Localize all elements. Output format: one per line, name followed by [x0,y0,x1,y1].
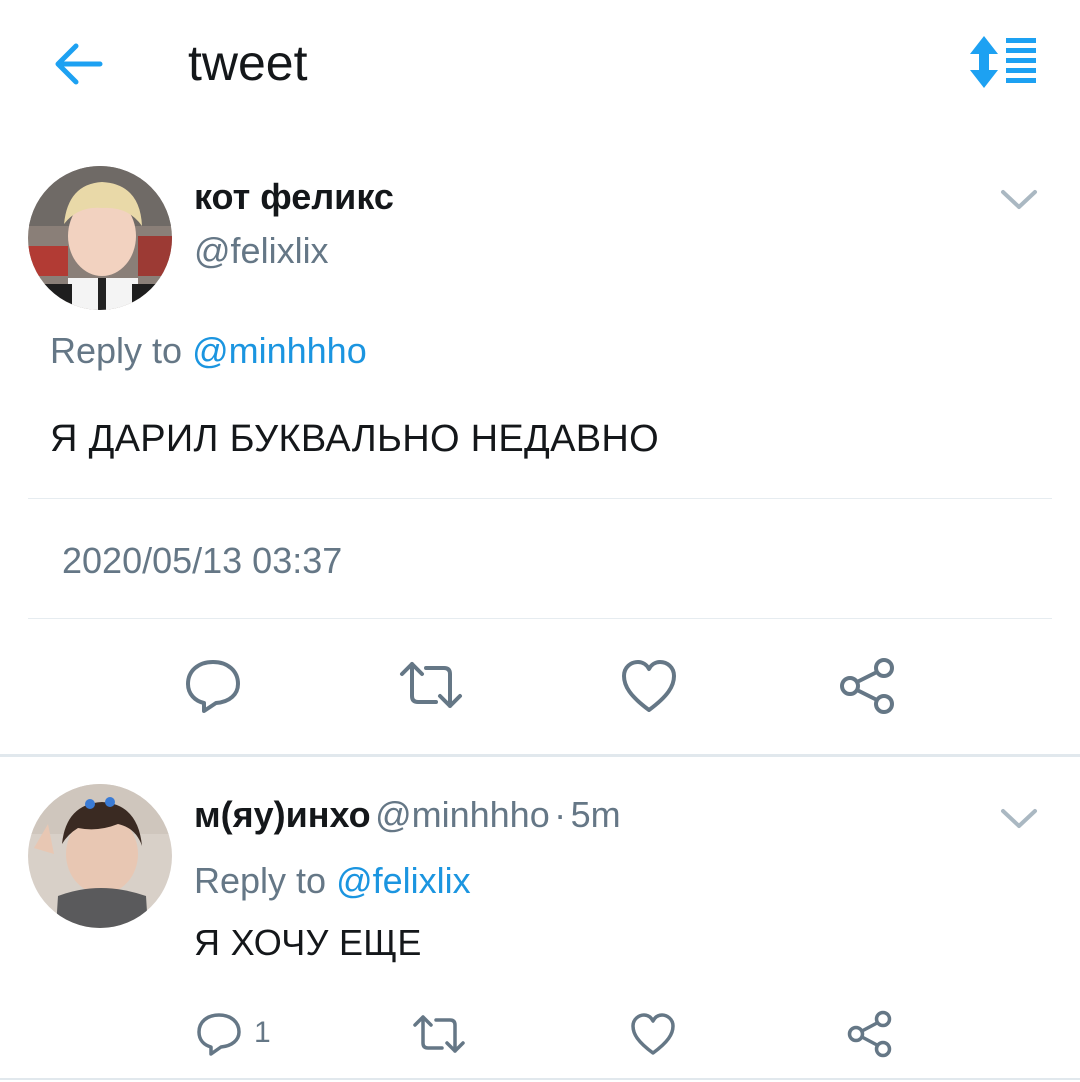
avatar-image [28,166,172,310]
retweet-button[interactable] [412,1014,466,1059]
author-handle[interactable]: @felixlix [194,230,329,272]
tweet-menu-button[interactable] [999,187,1039,213]
sort-button[interactable] [966,34,1038,90]
section-separator [0,1078,1080,1080]
reply-menu-button[interactable] [999,806,1039,832]
reply-button[interactable] [196,1012,242,1061]
reply-prefix: Reply to [50,330,193,371]
reply-context: Reply to @minhhho [50,330,367,372]
back-button[interactable] [50,38,106,90]
reply-time-ago: 5m [570,794,621,835]
reply-icon [197,1013,241,1056]
sort-list-icon [970,36,1036,88]
reply-text: Я ХОЧУ ЕЩЕ [194,922,422,963]
author-display-name[interactable]: кот феликс [194,176,394,218]
section-separator [0,754,1080,757]
like-button[interactable] [620,658,678,719]
arrow-left-icon [55,43,103,85]
tweet-timestamp: 2020/05/13 03:37 [62,540,343,581]
chevron-down-icon [1001,190,1037,209]
like-icon [631,1013,675,1055]
divider [28,498,1052,499]
reply-button[interactable] [184,658,242,719]
divider [28,618,1052,619]
reply-to-link[interactable]: @minhhho [192,330,367,371]
avatar[interactable] [28,784,172,928]
avatar[interactable] [28,166,172,310]
top-bar: tweet [0,0,1080,130]
reply-prefix: Reply to [194,860,337,901]
retweet-icon [413,1015,465,1053]
like-button[interactable] [630,1012,676,1061]
share-button[interactable] [838,656,898,721]
retweet-icon [400,662,462,708]
avatar-image [28,784,172,928]
meta-separator: · [554,794,567,835]
share-button[interactable] [846,1010,894,1063]
page-title: tweet [188,35,308,91]
reply-author-line: м(яу)инхо @minhhho · 5m [194,794,621,836]
reply-context: Reply to @felixlix [194,860,471,902]
tweet-detail-page: tweet кот феликс @felixlix Reply to @min… [0,0,1080,1082]
reply-author-handle[interactable]: @minhhho [375,794,550,835]
reply-icon [186,660,240,713]
reply-to-link[interactable]: @felixlix [336,860,471,901]
like-icon [622,660,676,712]
retweet-button[interactable] [398,660,464,715]
reply-author-display-name[interactable]: м(яу)инхо [194,794,371,835]
tweet-text: Я ДАРИЛ БУКВАЛЬНО НЕДАВНО [50,418,659,460]
reply-count: 1 [254,1016,271,1049]
share-icon [840,658,894,714]
chevron-down-icon [1001,809,1037,828]
share-icon [847,1010,892,1058]
